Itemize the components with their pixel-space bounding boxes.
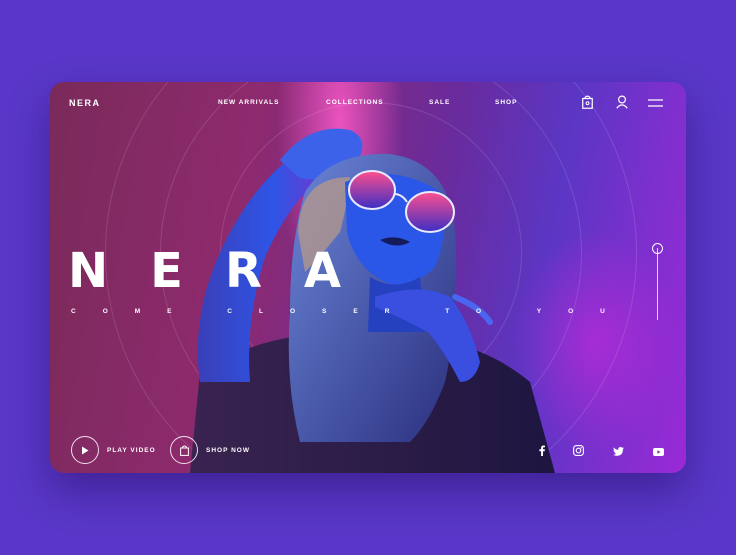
brand-logo[interactable]: NERA — [69, 98, 101, 108]
play-video-label: PLAY VIDEO — [107, 446, 156, 454]
user-icon[interactable] — [616, 95, 628, 109]
nav-link-shop[interactable]: SHOP — [495, 99, 517, 106]
shopping-bag-icon — [170, 436, 198, 464]
nav-link-sale[interactable]: SALE — [429, 99, 450, 106]
youtube-icon[interactable] — [653, 448, 664, 456]
shop-now-button[interactable]: SHOP NOW — [170, 436, 250, 464]
nav-link-collections[interactable]: COLLECTIONS — [326, 99, 384, 106]
nav-link-new-arrivals[interactable]: NEW ARRIVALS — [218, 99, 279, 106]
twitter-icon[interactable] — [613, 447, 624, 456]
slide-progress-knob[interactable] — [652, 243, 663, 254]
hero-title: NERA — [68, 243, 384, 299]
slide-progress-track — [657, 248, 658, 320]
hero-card: NERA NEW ARRIVALS COLLECTIONS SALE SHOP … — [50, 82, 686, 473]
hero-subtitle: COME CLOSER TO YOU — [71, 308, 632, 315]
facebook-icon[interactable] — [539, 445, 545, 456]
shopping-bag-icon[interactable] — [582, 95, 593, 109]
play-video-button[interactable]: PLAY VIDEO — [71, 436, 156, 464]
instagram-icon[interactable] — [573, 445, 584, 456]
play-icon — [71, 436, 99, 464]
top-nav: NERA NEW ARRIVALS COLLECTIONS SALE SHOP — [50, 82, 686, 124]
shop-now-label: SHOP NOW — [206, 446, 250, 454]
menu-icon[interactable] — [648, 99, 663, 107]
